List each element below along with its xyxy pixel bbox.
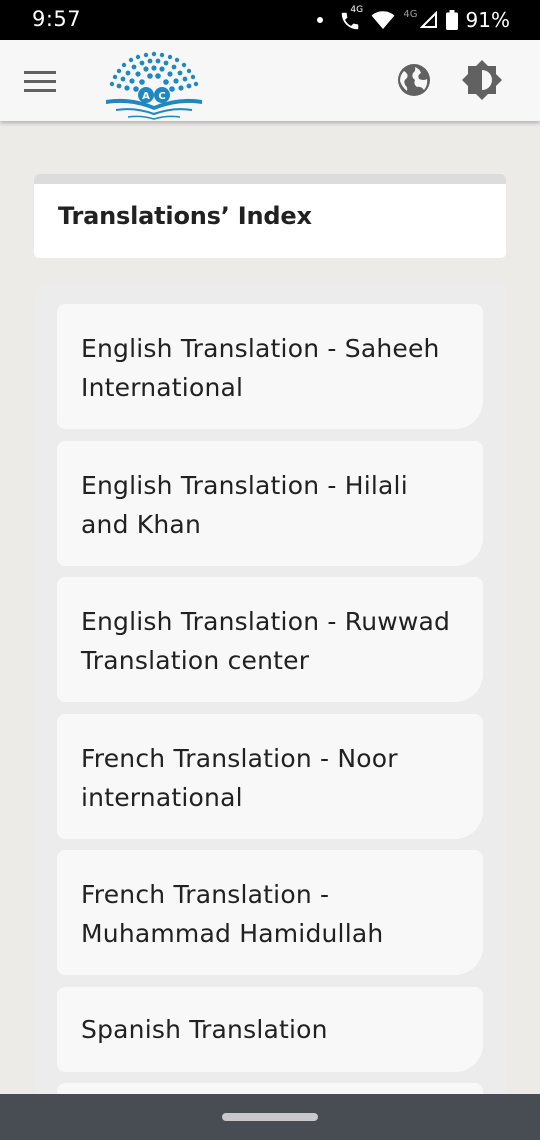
wifi-icon	[371, 11, 395, 29]
list-item-label: English Translation - Hilali and Khan	[81, 471, 408, 539]
list-item[interactable]: English Translation - Hilali and Khan	[57, 441, 483, 566]
home-gesture-handle[interactable]	[222, 1113, 318, 1121]
status-bar: 9:57 4G 4G 91%	[0, 0, 540, 40]
app-logo: A C	[106, 51, 202, 120]
hamburger-menu-icon[interactable]	[20, 62, 60, 100]
svg-text:C: C	[158, 91, 165, 102]
list-item[interactable]: Spanish Translation	[57, 987, 483, 1072]
battery-percent: 91%	[465, 8, 510, 32]
list-item[interactable]: English Translation - Saheeh Internation…	[57, 304, 483, 429]
list-item-label: French Translation - Noor international	[81, 744, 398, 812]
list-item-label: English Translation - Saheeh Internation…	[81, 334, 440, 402]
list-item[interactable]: French Translation - Muhammad Hamidullah	[57, 850, 483, 975]
call-4g-icon: 4G	[339, 5, 364, 32]
list-item-label: French Translation - Muhammad Hamidullah	[81, 880, 384, 948]
page-title: Translations’ Index	[58, 202, 312, 230]
notification-dot-icon	[317, 17, 324, 23]
translations-index-header: Translations’ Index	[34, 174, 506, 258]
app-bar: A C	[0, 40, 540, 121]
translations-list: English Translation - Saheeh Internation…	[34, 282, 506, 1102]
system-nav-bar	[0, 1094, 540, 1140]
list-item[interactable]: French Translation - Noor international	[57, 714, 483, 839]
status-icons: 4G 4G 91%	[317, 5, 510, 33]
battery-icon	[445, 10, 458, 30]
svg-text:A: A	[142, 91, 150, 102]
network-label: 4G	[350, 5, 364, 15]
signal-icon	[419, 11, 437, 28]
network-label-secondary: 4G	[403, 8, 418, 20]
status-time: 9:57	[32, 7, 82, 31]
list-item-label: English Translation - Ruwwad Translation…	[81, 607, 451, 675]
list-item[interactable]: English Translation - Ruwwad Translation…	[57, 577, 483, 702]
brightness-icon[interactable]	[462, 60, 502, 100]
globe-icon[interactable]	[394, 60, 434, 100]
list-item-label: Spanish Translation	[81, 1015, 328, 1044]
